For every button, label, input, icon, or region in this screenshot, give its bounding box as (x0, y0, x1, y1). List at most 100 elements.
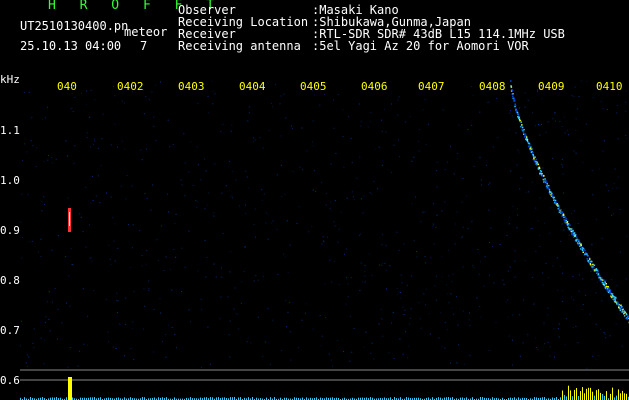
noise-dot (131, 247, 133, 249)
trace-dot (534, 156, 536, 158)
noise-dot (382, 234, 383, 236)
noise-dot (363, 80, 365, 82)
trace-dot (512, 93, 514, 95)
spectrum-bar (592, 391, 593, 400)
noise-dot (263, 193, 265, 195)
noise-dot (398, 96, 400, 98)
trace-dot (544, 178, 546, 180)
noise-dot (429, 333, 431, 335)
noise-dot (453, 173, 455, 175)
noise-dot (382, 335, 384, 337)
trace-dot (618, 303, 620, 306)
trace-dot (589, 264, 592, 266)
noise-dot (230, 251, 232, 253)
noise-dot (400, 274, 402, 276)
noise-dot (141, 159, 143, 161)
trace-dot (548, 184, 550, 187)
noise-dot (621, 345, 623, 347)
noise-dot (116, 146, 118, 148)
noise-dot (150, 209, 152, 211)
noise-dot (424, 255, 426, 257)
noise-dot (405, 331, 407, 333)
noise-dot (114, 123, 116, 125)
noise-dot (33, 328, 35, 330)
noise-dot (227, 296, 229, 298)
noise-dot (539, 234, 540, 236)
spectrum-bar (626, 393, 627, 400)
event-count: 7 (140, 39, 148, 53)
noise-dot (364, 271, 366, 273)
noise-dot (248, 112, 250, 114)
noise-dot (367, 126, 369, 128)
noise-dot (57, 308, 59, 310)
trace-dot (531, 148, 533, 150)
noise-dot (463, 363, 465, 365)
noise-dot (404, 309, 406, 311)
noise-dot (289, 301, 290, 303)
noise-dot (184, 266, 186, 268)
noise-dot (578, 96, 580, 97)
noise-dot (358, 103, 360, 105)
noise-dot (612, 213, 614, 215)
noise-dot (220, 131, 222, 132)
noise-dot (361, 198, 362, 200)
noise-dot (253, 223, 255, 225)
noise-dot (337, 241, 339, 243)
noise-dot (512, 364, 514, 366)
noise-dot (22, 160, 23, 162)
noise-dot (204, 208, 206, 210)
noise-dot (558, 323, 560, 325)
spectrum-bar (624, 393, 625, 400)
noise-dot (480, 316, 482, 318)
trace-dot (607, 289, 609, 291)
noise-dot (257, 279, 259, 281)
noise-dot (232, 197, 233, 199)
spectrogram (20, 80, 629, 400)
noise-dot (359, 156, 361, 158)
noise-dot (68, 275, 70, 277)
noise-dot (516, 164, 518, 166)
noise-dot (519, 188, 521, 190)
noise-dot (321, 243, 323, 245)
spectrum-bar (562, 390, 563, 400)
noise-dot (233, 308, 235, 310)
noise-dot (40, 256, 42, 257)
trace-dot (542, 178, 545, 181)
trace-dot (571, 233, 574, 236)
noise-dot (527, 99, 529, 101)
trace-dot (554, 199, 557, 202)
noise-dot (533, 303, 535, 305)
noise-dot (229, 320, 231, 322)
noise-dot (85, 104, 87, 106)
noise-dot (36, 147, 38, 149)
noise-dot (519, 151, 520, 153)
noise-dot (287, 271, 289, 273)
noise-dot (510, 110, 511, 112)
noise-dot (335, 153, 337, 154)
noise-dot (188, 230, 190, 232)
noise-dot (537, 349, 539, 351)
noise-dot (420, 327, 422, 329)
noise-dot (561, 164, 563, 166)
spectrum-bar (606, 391, 607, 400)
noise-dot (450, 362, 452, 364)
meteor-ping-highlight (69, 212, 70, 226)
noise-dot (23, 92, 25, 93)
noise-dot (255, 236, 257, 238)
noise-dot (434, 243, 435, 245)
noise-dot (527, 334, 529, 336)
noise-dot (94, 138, 95, 140)
noise-dot (510, 170, 512, 172)
noise-dot (321, 182, 323, 184)
noise-dot (200, 179, 202, 181)
noise-dot (381, 318, 383, 320)
noise-dot (69, 305, 71, 307)
trace-dot (532, 151, 534, 154)
trace-dot (538, 167, 541, 170)
date-time: 25.10.13 04:00 (20, 39, 122, 53)
trace-dot (626, 318, 628, 320)
noise-dot (338, 284, 340, 285)
noise-dot (508, 129, 510, 131)
noise-dot (343, 351, 344, 353)
noise-dot (346, 197, 348, 199)
